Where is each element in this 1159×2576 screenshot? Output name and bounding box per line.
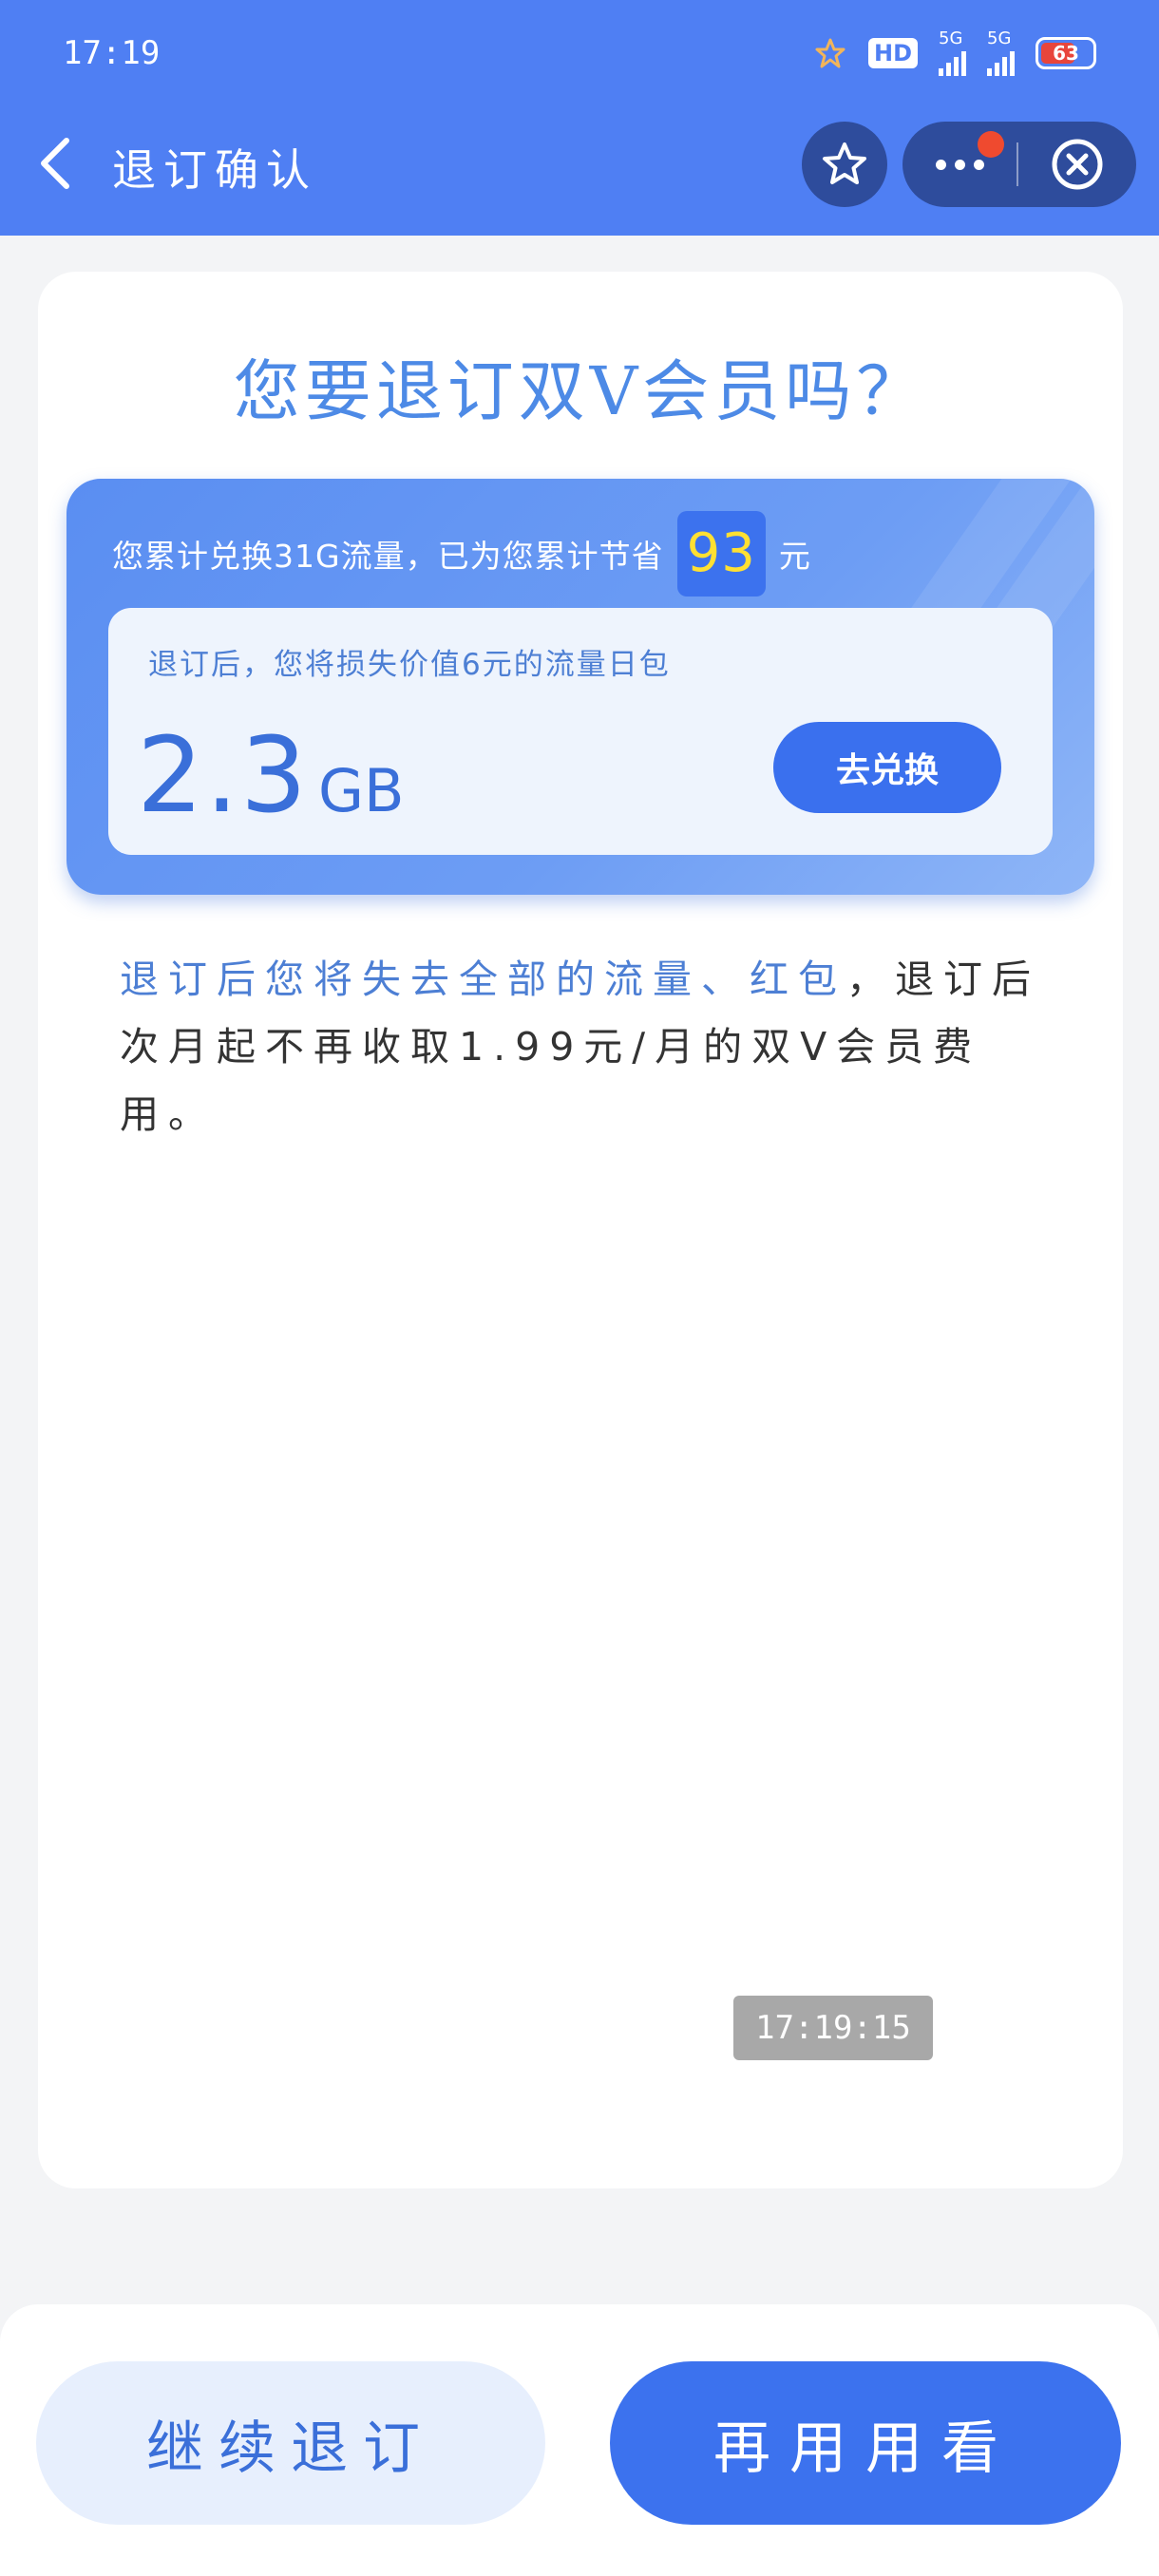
keep-using-button[interactable]: 再用用看 [610, 2361, 1121, 2525]
battery-level: 63 [1053, 42, 1079, 65]
savings-line: 您累计兑换31G流量，已为您累计节省 93 元 [112, 511, 811, 597]
notification-dot [978, 131, 1004, 158]
signal-icon-2: 5G [987, 30, 1015, 76]
status-icons: HD 5G 5G 63 [813, 30, 1096, 76]
signal-icon-1: 5G [939, 30, 966, 76]
savings-panel: 您累计兑换31G流量，已为您累计节省 93 元 退订后，您将损失价值6元的流量日… [66, 479, 1094, 895]
star-icon [823, 142, 866, 184]
savings-suffix: 元 [778, 538, 811, 575]
status-time: 17:19 [63, 34, 161, 72]
data-unit: GB [317, 756, 405, 825]
redeem-button[interactable]: 去兑换 [773, 722, 1001, 813]
more-button[interactable] [902, 122, 1016, 207]
back-arrow-icon[interactable] [32, 133, 80, 194]
continue-unsubscribe-button[interactable]: 继续退订 [36, 2361, 545, 2525]
data-pack-card: 退订后，您将损失价值6元的流量日包 2.3 GB 去兑换 [108, 608, 1053, 855]
mini-program-capsule [902, 122, 1136, 207]
hd-badge: HD [867, 38, 918, 68]
battery-icon: 63 [1036, 37, 1096, 69]
app-header: 17:19 HD 5G 5G 63 退订确认 [0, 0, 1159, 236]
description-highlight: 退订后您将失去全部的流量、红包 [120, 957, 846, 1002]
close-circle-icon [1052, 139, 1103, 190]
loss-notice: 退订后，您将损失价值6元的流量日包 [148, 648, 671, 682]
main-card: 您要退订双V会员吗？ 您累计兑换31G流量，已为您累计节省 93 元 退订后，您… [38, 272, 1123, 2188]
favorite-button[interactable] [802, 122, 887, 207]
more-dots-icon [935, 159, 984, 170]
savings-amount: 93 [676, 511, 766, 597]
data-amount: 2.3 GB [137, 714, 405, 836]
network-type-2: 5G [987, 28, 1012, 48]
notification-app-icon [815, 38, 846, 68]
timestamp-badge: 17:19:15 [733, 1996, 933, 2060]
close-button[interactable] [1018, 122, 1136, 207]
page-title: 退订确认 [112, 144, 317, 196]
main-title: 您要退订双V会员吗？ [233, 352, 928, 430]
bottom-action-bar: 继续退订 再用用看 [0, 2304, 1159, 2576]
savings-prefix: 您累计兑换31G流量，已为您累计节省 [112, 538, 664, 575]
unsubscribe-description: 退订后您将失去全部的流量、红包，退订后次月起不再收取1.99元/月的双V会员费用… [120, 946, 1060, 1148]
data-value: 2.3 [137, 714, 309, 836]
network-type-1: 5G [939, 28, 963, 48]
